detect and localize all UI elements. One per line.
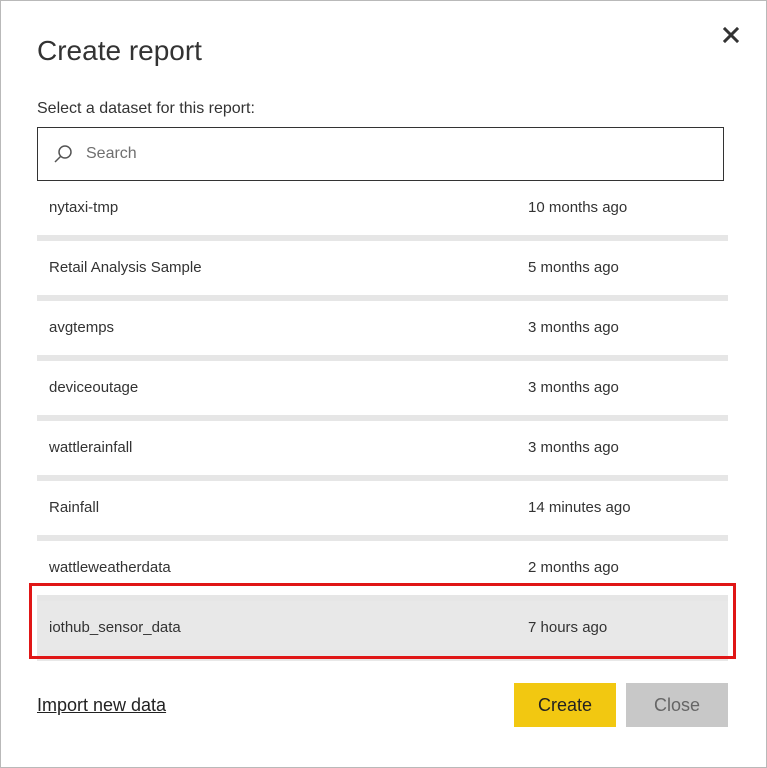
dialog-title: Create report xyxy=(37,35,202,66)
dataset-name: Retail Analysis Sample xyxy=(49,259,202,276)
dataset-updated: 10 months ago xyxy=(528,199,628,216)
dataset-row[interactable]: wattlerainfall 3 months ago xyxy=(37,421,728,481)
close-icon[interactable] xyxy=(719,23,743,47)
search-icon xyxy=(52,143,74,165)
close-button[interactable]: Close xyxy=(626,683,728,727)
import-new-data-link[interactable]: Import new data xyxy=(37,695,166,716)
dataset-row[interactable]: deviceoutage 3 months ago xyxy=(37,361,728,421)
dataset-updated: 2 months ago xyxy=(528,559,619,576)
create-report-dialog: Create report Select a dataset for this … xyxy=(0,0,767,768)
dataset-updated: 5 months ago xyxy=(528,259,619,276)
dataset-name: iothub_sensor_data xyxy=(49,619,181,636)
dataset-updated: 14 minutes ago xyxy=(528,499,631,516)
search-box[interactable] xyxy=(37,127,724,181)
dataset-name: avgtemps xyxy=(49,319,115,336)
dataset-prompt: Select a dataset for this report: xyxy=(37,100,255,117)
create-button[interactable]: Create xyxy=(514,683,616,727)
search-input[interactable] xyxy=(84,144,688,164)
dataset-updated: 7 hours ago xyxy=(528,619,608,636)
dataset-row-selected[interactable]: iothub_sensor_data 7 hours ago xyxy=(37,601,728,661)
dataset-updated: 3 months ago xyxy=(528,319,619,336)
dataset-name: wattleweatherdata xyxy=(49,559,171,576)
dataset-updated: 3 months ago xyxy=(528,439,619,456)
dataset-name: Rainfall xyxy=(49,499,100,516)
dataset-row[interactable]: Rainfall 14 minutes ago xyxy=(37,481,728,541)
dataset-row[interactable]: avgtemps 3 months ago xyxy=(37,301,728,361)
dataset-row[interactable]: wattleweatherdata 2 months ago xyxy=(37,541,728,601)
dataset-updated: 3 months ago xyxy=(528,379,619,396)
dataset-name: deviceoutage xyxy=(49,379,139,396)
dataset-list: nytaxi-tmp 10 months ago Retail Analysis… xyxy=(37,181,728,661)
dataset-name: wattlerainfall xyxy=(49,439,133,456)
dataset-name: nytaxi-tmp xyxy=(49,199,119,216)
dataset-row[interactable]: Retail Analysis Sample 5 months ago xyxy=(37,241,728,301)
dataset-row[interactable]: nytaxi-tmp 10 months ago xyxy=(37,181,728,241)
